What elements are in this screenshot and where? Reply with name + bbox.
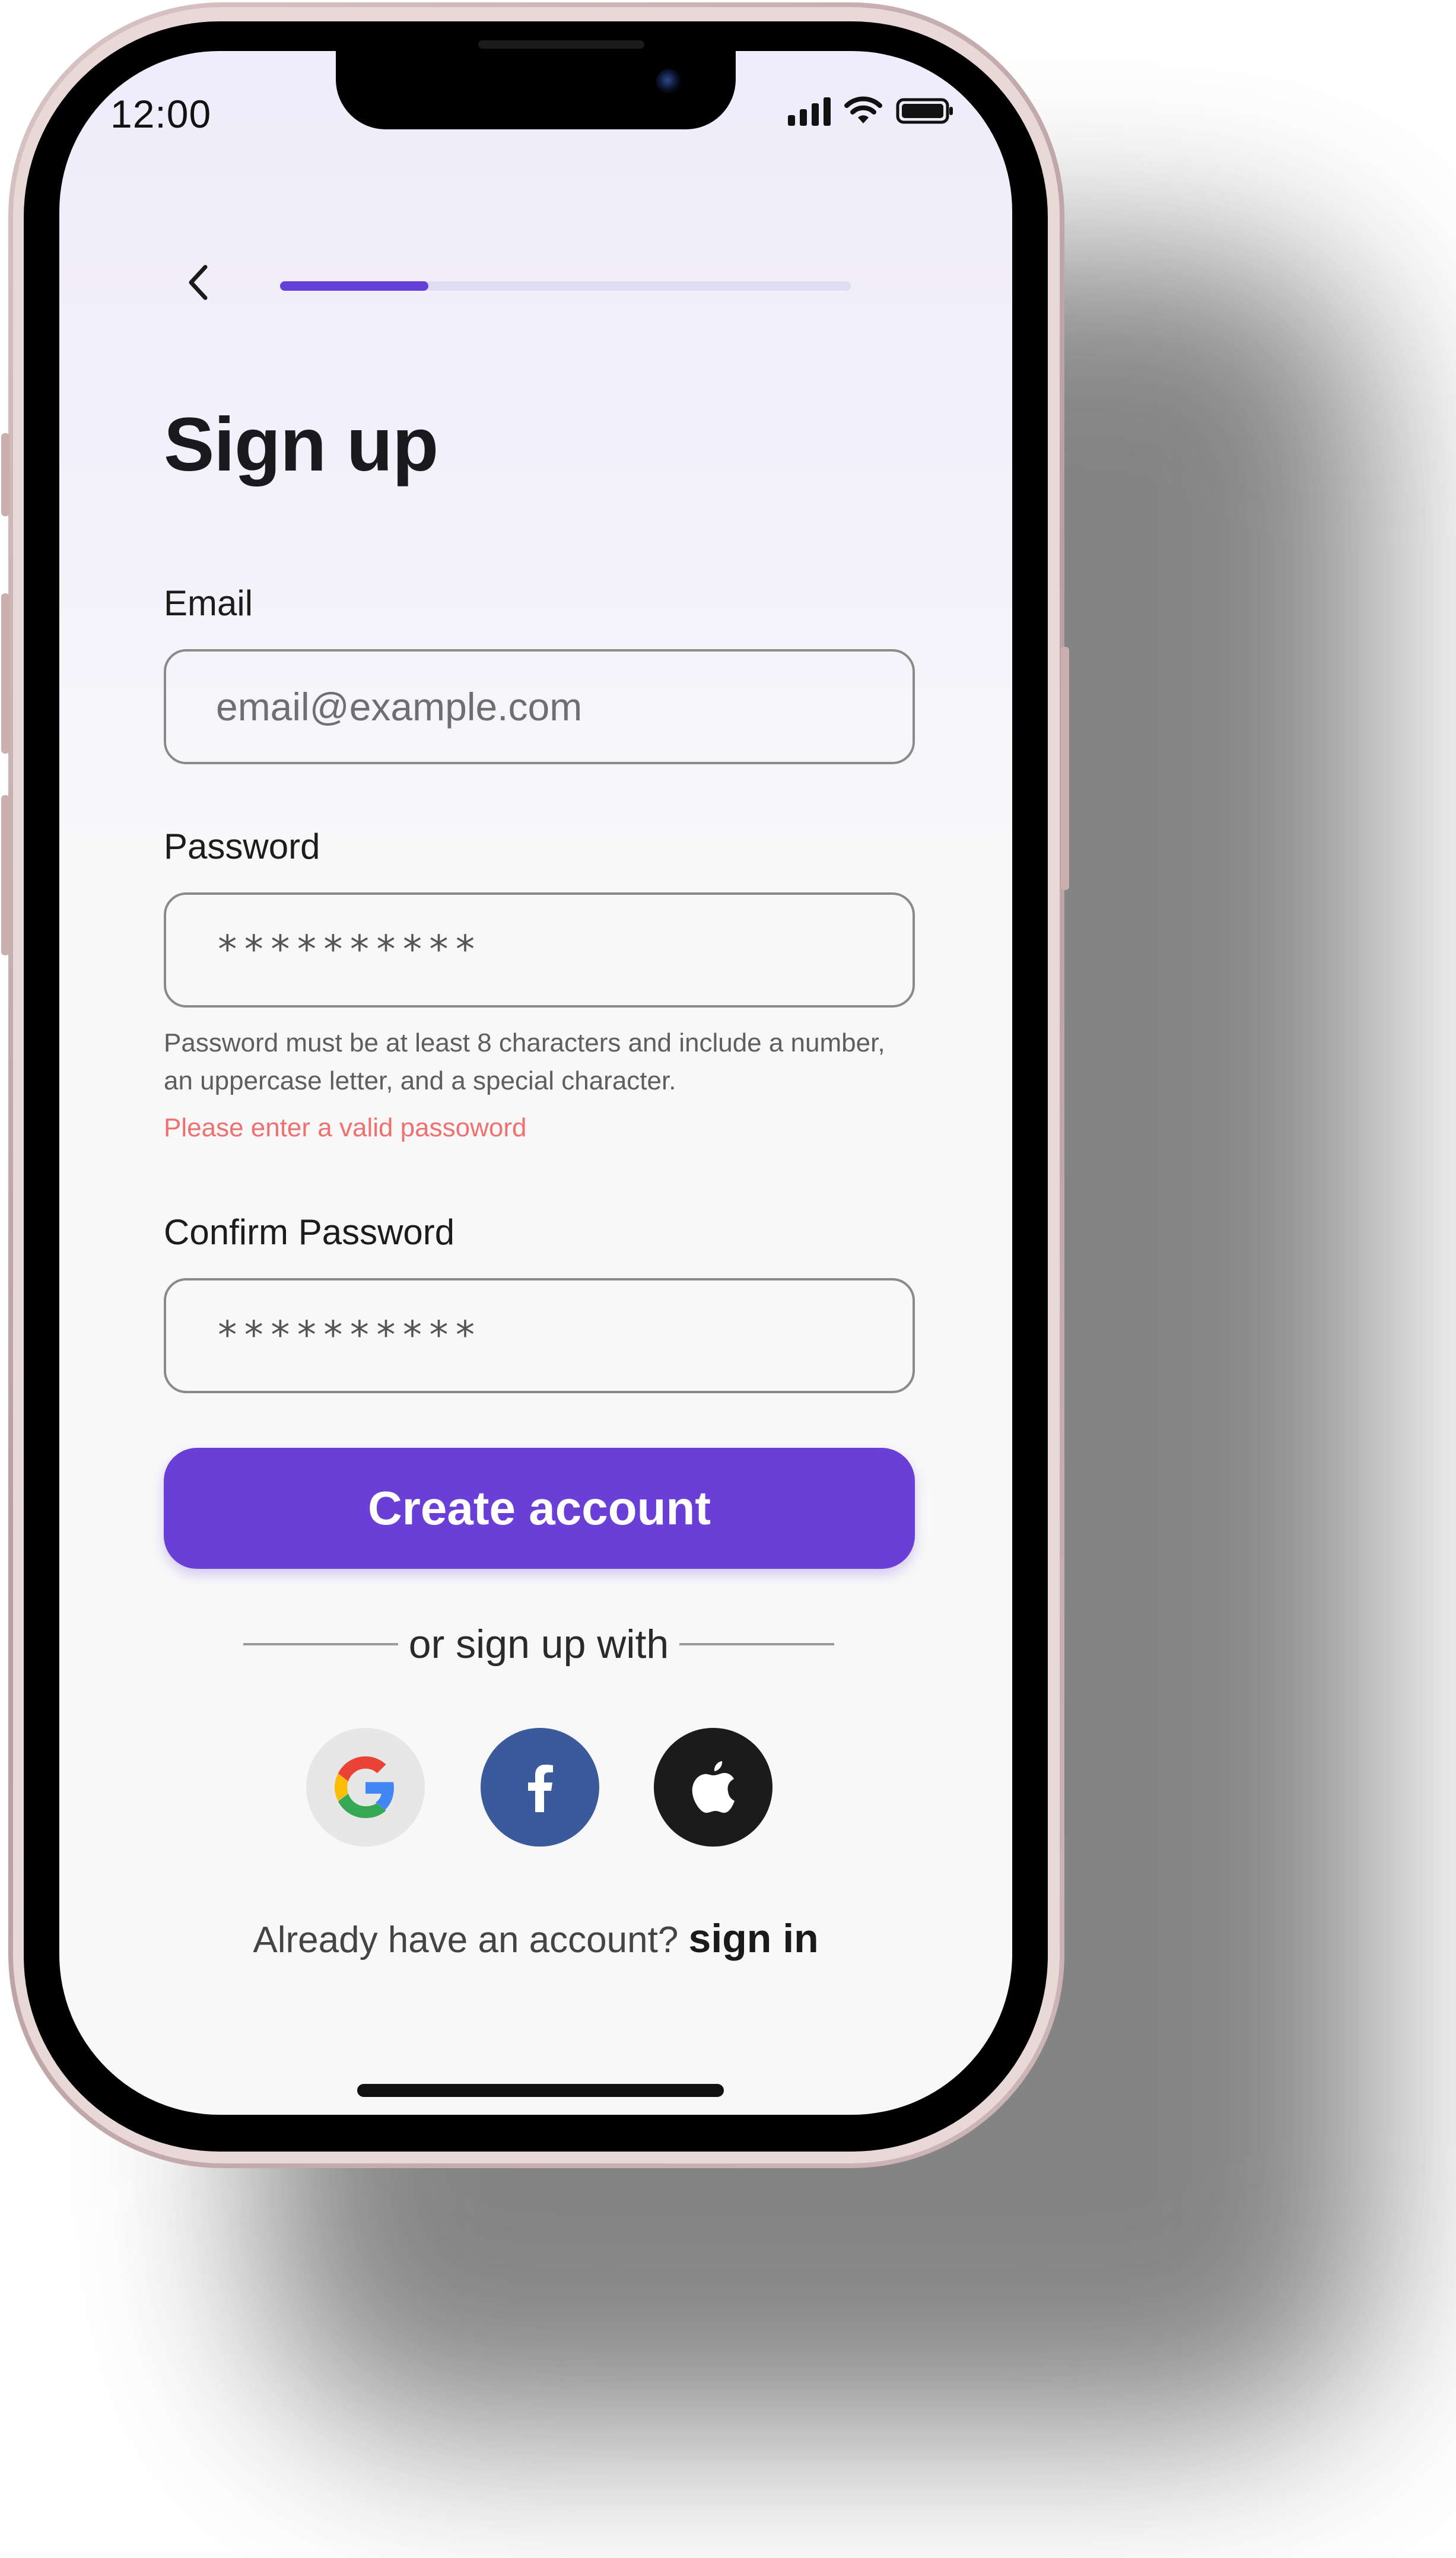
signin-prompt-text: Already have an account? xyxy=(253,1920,679,1960)
facebook-icon xyxy=(528,1765,553,1812)
battery-icon xyxy=(896,98,953,124)
email-field[interactable] xyxy=(164,649,915,764)
facebook-signup-button[interactable] xyxy=(481,1728,599,1847)
apple-signup-button[interactable] xyxy=(654,1728,772,1847)
confirm-password-label: Confirm Password xyxy=(164,1212,455,1252)
home-indicator[interactable] xyxy=(357,2084,724,2097)
apple-icon xyxy=(692,1761,735,1813)
chevron-left-icon xyxy=(189,265,208,300)
password-error: Please enter a valid passoword xyxy=(164,1113,527,1142)
divider-line-right xyxy=(679,1643,835,1645)
progress-bar xyxy=(280,281,851,291)
status-time: 12:00 xyxy=(110,92,212,136)
create-account-button[interactable]: Create account xyxy=(164,1448,915,1569)
status-icons xyxy=(788,96,955,126)
earpiece-speaker xyxy=(478,40,644,49)
volume-up-button xyxy=(1,593,9,754)
progress-fill xyxy=(280,281,429,291)
front-camera xyxy=(656,69,681,94)
cellular-signal-icon xyxy=(788,97,831,126)
page-title: Sign up xyxy=(164,402,438,487)
divider-line-left xyxy=(243,1643,398,1645)
google-signup-button[interactable] xyxy=(306,1728,425,1847)
confirm-password-field[interactable] xyxy=(164,1278,915,1393)
notch xyxy=(336,51,736,129)
signin-prompt: Already have an account? sign in xyxy=(59,1915,1012,1962)
password-label: Password xyxy=(164,827,320,866)
social-divider: or sign up with xyxy=(243,1618,835,1671)
social-divider-text: or sign up with xyxy=(408,1622,669,1667)
phone-screen: 12:00 Sign up Email email@example.com Pa… xyxy=(59,51,1012,2115)
password-field[interactable] xyxy=(164,892,915,1008)
signin-link[interactable]: sign in xyxy=(689,1916,819,1961)
google-icon xyxy=(335,1756,394,1818)
email-label: Email xyxy=(164,583,253,623)
wifi-icon xyxy=(844,96,882,123)
stage: 12:00 Sign up Email email@example.com Pa… xyxy=(0,0,1456,2558)
back-button[interactable] xyxy=(170,253,229,312)
power-button xyxy=(1061,647,1069,890)
mute-switch xyxy=(1,433,9,516)
volume-down-button xyxy=(1,795,9,955)
password-hint: Password must be at least 8 characters a… xyxy=(164,1028,885,1095)
